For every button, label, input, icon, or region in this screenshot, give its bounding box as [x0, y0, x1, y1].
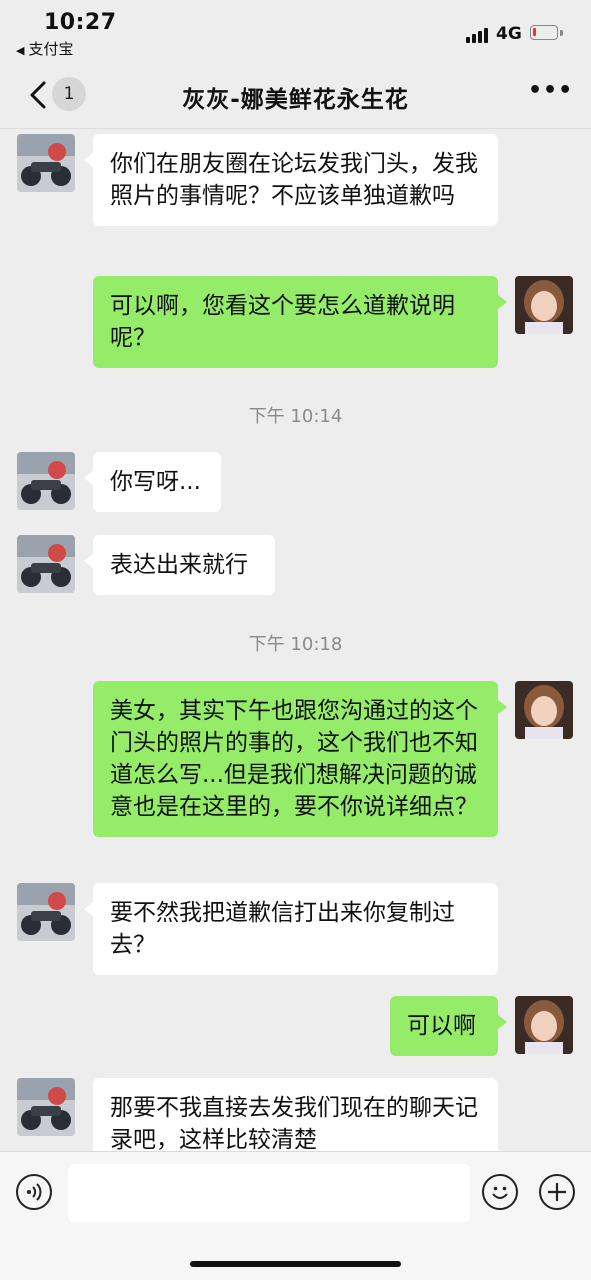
message-input[interactable] — [68, 1164, 470, 1222]
more-button[interactable]: ••• — [528, 80, 572, 106]
message-bubble-in[interactable]: 你们在朋友圈在论坛发我门头，发我照片的事情呢？不应该单独道歉吗 — [84, 134, 498, 226]
message-bubble-in[interactable]: 表达出来就行 — [84, 535, 275, 595]
message-bubble-out[interactable]: 美女，其实下午也跟您沟通过的这个门头的照片的事的，这个我们也不知道怎么写...但… — [93, 681, 507, 837]
signal-icon — [466, 27, 490, 43]
message-bubble-out[interactable]: 可以啊 — [390, 996, 507, 1056]
back-app-label: 支付宝 — [28, 40, 74, 58]
message-bubble-out[interactable]: 可以啊，您看这个要怎么道歉说明呢？ — [93, 276, 507, 368]
time-divider: 下午 10:18 — [248, 634, 343, 655]
network-type: 4G — [496, 24, 522, 44]
girl-avatar-image — [515, 276, 573, 334]
voice-button[interactable] — [16, 1174, 52, 1210]
girl-avatar-image — [515, 996, 573, 1054]
back-triangle-icon: ◀ — [16, 44, 25, 57]
contact-avatar[interactable] — [17, 535, 75, 593]
add-button[interactable] — [539, 1174, 575, 1210]
message-bubble-in[interactable]: 你写呀... — [84, 452, 221, 512]
motorcycle-avatar-image — [17, 134, 75, 192]
contact-avatar[interactable] — [17, 134, 75, 192]
voice-icon — [27, 1183, 42, 1201]
contact-avatar[interactable] — [17, 452, 75, 510]
home-indicator[interactable] — [190, 1261, 401, 1267]
girl-avatar-image — [515, 681, 573, 739]
my-avatar[interactable] — [515, 996, 573, 1054]
more-dots-icon: ••• — [528, 78, 574, 103]
my-avatar[interactable] — [515, 681, 573, 739]
battery-cap — [560, 30, 563, 36]
emoji-icon — [492, 1186, 508, 1199]
status-bar: 10:27 ◀ 支付宝 4G — [0, 0, 591, 62]
message-bubble-in[interactable]: 要不然我把道歉信打出来你复制过去？ — [84, 883, 498, 975]
plus-icon — [548, 1183, 566, 1201]
my-avatar[interactable] — [515, 276, 573, 334]
contact-avatar[interactable] — [17, 1078, 75, 1136]
back-to-app-link[interactable]: ◀ 支付宝 — [16, 38, 73, 59]
motorcycle-avatar-image — [17, 883, 75, 941]
status-time: 10:27 — [44, 10, 117, 35]
emoji-button[interactable] — [482, 1174, 518, 1210]
contact-avatar[interactable] — [17, 883, 75, 941]
message-bubble-in[interactable]: 那要不我直接去发我们现在的聊天记录吧，这样比较清楚 — [93, 1078, 498, 1151]
motorcycle-avatar-image — [17, 1078, 75, 1136]
motorcycle-avatar-image — [17, 452, 75, 510]
chat-header: 1 灰灰-娜美鲜花永生花 ••• — [0, 62, 591, 129]
time-divider: 下午 10:14 — [248, 406, 343, 427]
motorcycle-avatar-image — [17, 535, 75, 593]
chat-title: 灰灰-娜美鲜花永生花 — [182, 87, 409, 113]
battery-icon — [530, 25, 558, 40]
